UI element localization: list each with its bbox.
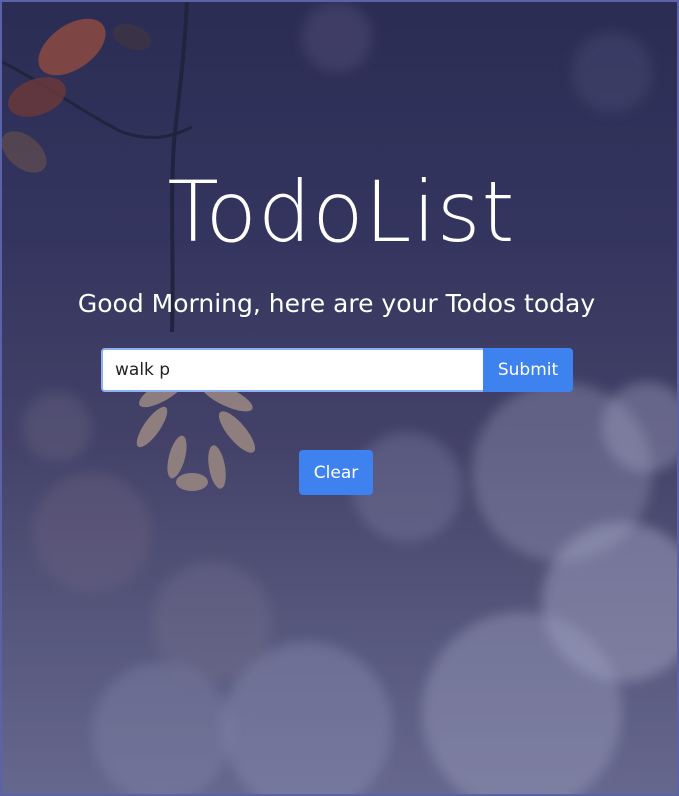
clear-button[interactable]: Clear bbox=[299, 450, 373, 495]
app-window: TodoList Good Morning, here are your Tod… bbox=[0, 0, 679, 796]
page-title: TodoList bbox=[167, 163, 516, 261]
todo-input[interactable] bbox=[101, 348, 483, 392]
greeting-text: Good Morning, here are your Todos today bbox=[77, 289, 596, 318]
main-content: TodoList Good Morning, here are your Tod… bbox=[2, 2, 677, 794]
submit-button[interactable]: Submit bbox=[483, 348, 573, 392]
todo-form: Submit bbox=[101, 348, 573, 392]
